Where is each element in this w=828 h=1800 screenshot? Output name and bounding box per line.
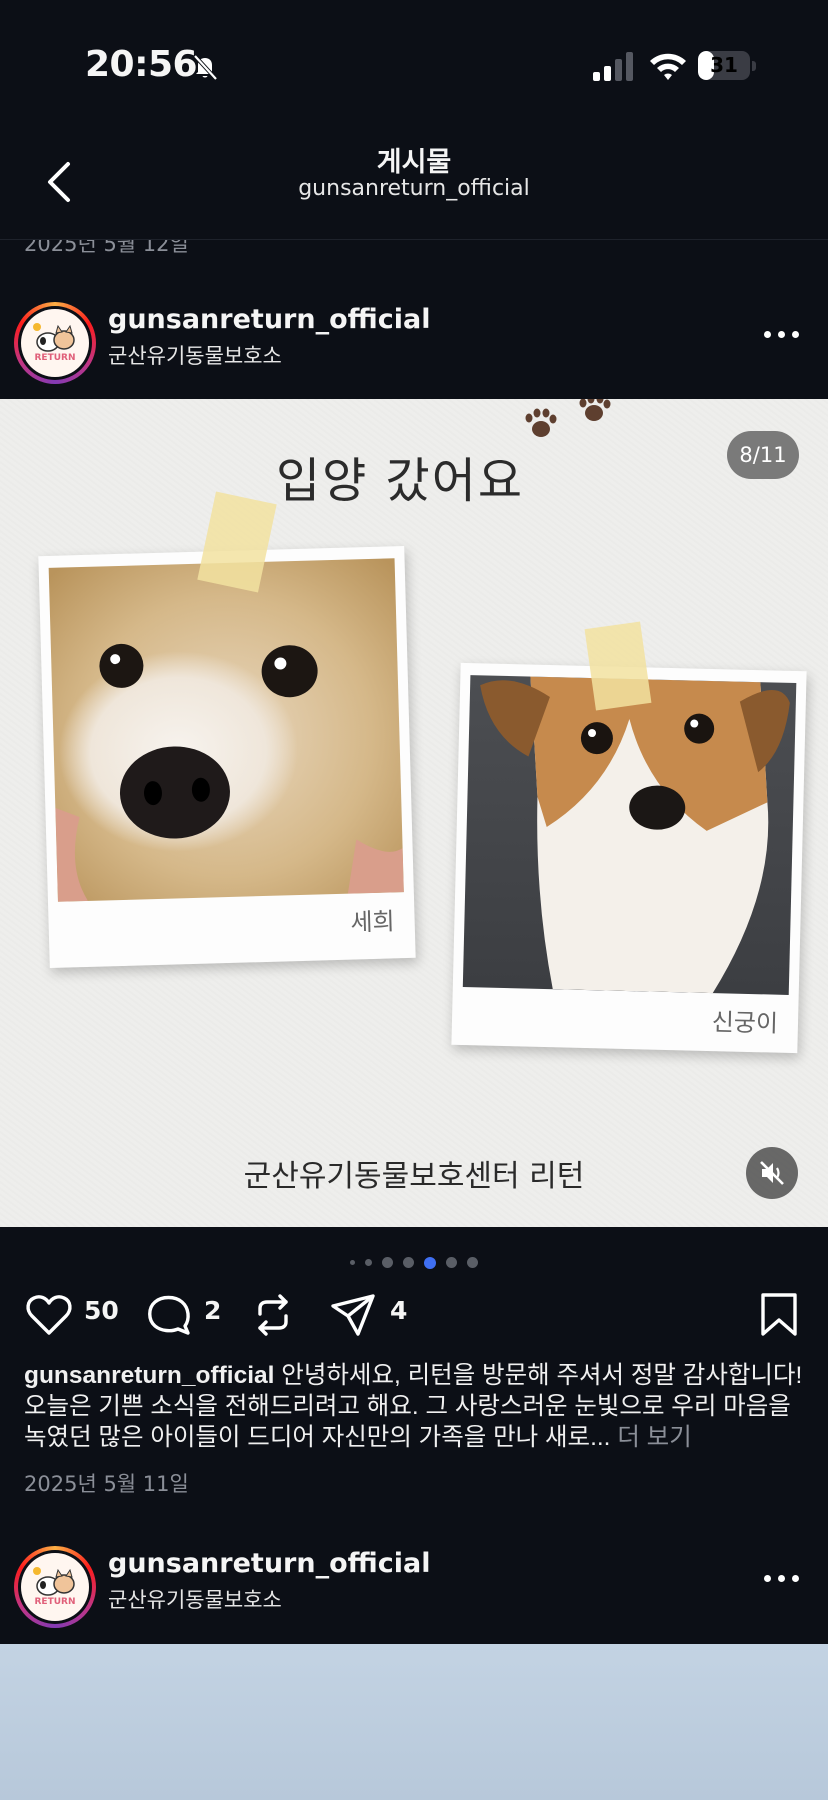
next-post-location[interactable]: 군산유기동물보호소 <box>108 1584 282 1614</box>
send-icon[interactable] <box>328 1290 378 1340</box>
repost-icon[interactable] <box>248 1290 298 1340</box>
bell-slash-icon <box>193 54 218 81</box>
wifi-icon <box>650 53 686 80</box>
next-post-header: RETURN gunsanreturn_official 군산유기동물보호소 <box>0 1532 828 1632</box>
next-avatar-ring: RETURN <box>18 1550 92 1624</box>
status-bar: 20:56 31 <box>0 0 828 130</box>
next-more-icon[interactable] <box>762 1570 802 1586</box>
post-caption: gunsanreturn_official 안녕하세요, 리턴을 방문해 주셔서… <box>24 1360 804 1453</box>
image-headline: 입양 갔어요 <box>275 453 525 509</box>
battery-level: 31 <box>710 53 738 77</box>
nav-header: 게시물 gunsanreturn_official <box>0 130 828 240</box>
caption-more-link[interactable]: 더 보기 <box>617 1424 691 1451</box>
heart-icon[interactable] <box>24 1290 74 1340</box>
next-avatar-logo: RETURN <box>21 1553 89 1621</box>
share-count[interactable]: 4 <box>390 1296 407 1325</box>
carousel-dot <box>382 1257 393 1268</box>
caption-username[interactable]: gunsanreturn_official <box>24 1362 274 1389</box>
mute-button[interactable] <box>746 1147 798 1199</box>
carousel-dot-active <box>424 1256 436 1269</box>
signal-icon <box>593 52 633 81</box>
post-image-carousel[interactable]: 8/11 입양 갔어요 세희 신궁이 군산유기동물보호센터 리턴 <box>0 399 828 1227</box>
action-bar: 50 2 4 <box>0 1282 828 1352</box>
carousel-dot <box>403 1257 414 1268</box>
comment-icon[interactable] <box>144 1290 194 1340</box>
next-post-image[interactable] <box>0 1644 828 1800</box>
photo-caption-2: 신궁이 <box>711 1008 779 1038</box>
like-count[interactable]: 50 <box>84 1296 119 1325</box>
avatar[interactable]: RETURN <box>14 302 96 384</box>
carousel-dots <box>0 1252 828 1269</box>
carousel-dot <box>467 1257 478 1268</box>
battery-body: 31 <box>698 51 750 80</box>
avatar-logo: RETURN <box>21 309 89 377</box>
comment-count[interactable]: 2 <box>204 1296 221 1325</box>
page-subtitle[interactable]: gunsanreturn_official <box>0 176 828 201</box>
puppy-photo-2 <box>462 675 797 995</box>
polaroid-photo-1: 세희 <box>38 545 416 969</box>
post-date: 2025년 5월 11일 <box>24 1472 189 1496</box>
post-header: RETURN gunsanreturn_official 군산유기동물보호소 <box>0 288 828 388</box>
photo-caption-1: 세희 <box>350 907 396 937</box>
carousel-dot <box>365 1259 372 1266</box>
post-username[interactable]: gunsanreturn_official <box>108 304 430 335</box>
tape-2 <box>584 621 652 711</box>
post-location[interactable]: 군산유기동물보호소 <box>108 340 282 370</box>
image-footer-text: 군산유기동물보호센터 리턴 <box>243 1159 585 1194</box>
page-title: 게시물 <box>376 147 452 178</box>
puppy-photo-1 <box>48 558 404 902</box>
mute-icon <box>760 1161 784 1185</box>
battery-icon: 31 <box>698 51 756 80</box>
battery-cap <box>752 61 756 71</box>
avatar-text: RETURN <box>34 353 76 363</box>
bookmark-icon[interactable] <box>754 1290 804 1340</box>
polaroid-photo-2: 신궁이 <box>451 662 807 1054</box>
next-post-username[interactable]: gunsanreturn_official <box>108 1548 430 1579</box>
next-avatar[interactable]: RETURN <box>14 1546 96 1628</box>
more-icon[interactable] <box>762 326 802 342</box>
avatar-ring: RETURN <box>18 306 92 380</box>
carousel-dot <box>446 1257 457 1268</box>
carousel-dot <box>350 1260 355 1265</box>
status-time: 20:56 <box>85 44 198 85</box>
next-avatar-text: RETURN <box>34 1597 76 1607</box>
